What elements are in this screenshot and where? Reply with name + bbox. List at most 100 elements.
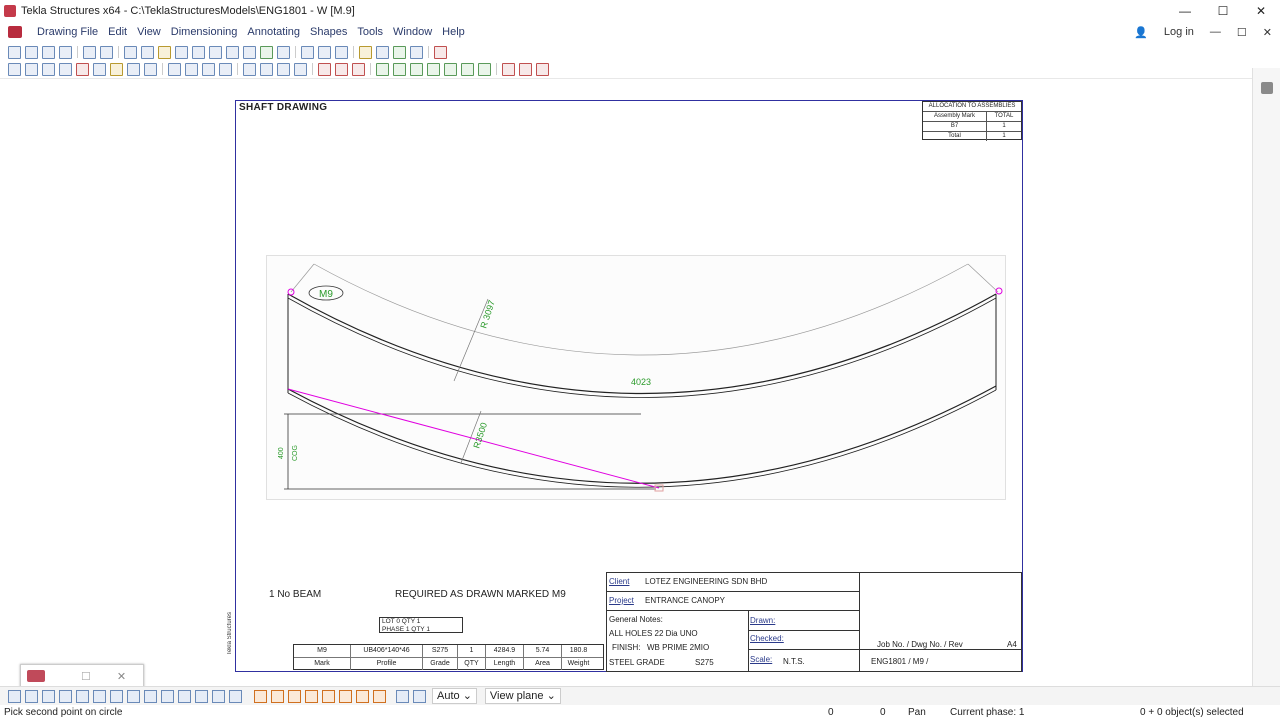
snap-intersect-icon[interactable]	[305, 689, 318, 703]
select-line-icon[interactable]	[110, 689, 123, 703]
symbol-icon[interactable]	[260, 62, 273, 76]
tekla-logo-icon[interactable]	[8, 26, 22, 38]
revision-icon[interactable]	[335, 62, 348, 76]
select-grid-icon[interactable]	[144, 689, 157, 703]
dim-free-icon[interactable]	[42, 62, 55, 76]
zoom-out-icon[interactable]	[318, 45, 331, 59]
dwg-icon[interactable]	[294, 62, 307, 76]
open-drawing-icon[interactable]	[25, 45, 38, 59]
new-drawing-icon[interactable]	[8, 45, 21, 59]
dim-angle-icon[interactable]	[127, 62, 140, 76]
text-icon[interactable]	[243, 62, 256, 76]
mark-connection-icon[interactable]	[219, 62, 232, 76]
snap-end-icon[interactable]	[254, 689, 267, 703]
dim-curved-icon[interactable]	[93, 62, 106, 76]
update-icon[interactable]	[260, 45, 273, 59]
dim-elevation-icon[interactable]	[144, 62, 157, 76]
snap-mode-select[interactable]: Auto ⌄	[432, 688, 477, 704]
select-dim-icon[interactable]	[76, 689, 89, 703]
maximize-button[interactable]: ☐	[1204, 0, 1242, 22]
rectangle-icon[interactable]	[393, 62, 406, 76]
dim-vertical-icon[interactable]	[25, 62, 38, 76]
preview-icon[interactable]	[226, 45, 239, 59]
zoom-in-icon[interactable]	[301, 45, 314, 59]
polyline-icon[interactable]	[444, 62, 457, 76]
open-view-icon[interactable]	[158, 45, 171, 59]
select-bolt-icon[interactable]	[161, 689, 174, 703]
select-weld-icon[interactable]	[178, 689, 191, 703]
snap-geom-icon[interactable]	[413, 689, 426, 703]
drawing-list-icon[interactable]	[42, 45, 55, 59]
line-icon[interactable]	[376, 62, 389, 76]
menu-dimensioning[interactable]: Dimensioning	[166, 26, 243, 38]
grid-icon[interactable]	[376, 45, 389, 59]
select-view-icon[interactable]	[25, 689, 38, 703]
fill-icon[interactable]	[519, 62, 532, 76]
snap-perp-icon[interactable]	[322, 689, 335, 703]
select-hatch-icon[interactable]	[195, 689, 208, 703]
properties-icon[interactable]	[124, 45, 137, 59]
select-filter-icon[interactable]	[229, 689, 242, 703]
dim-arc-icon[interactable]	[110, 62, 123, 76]
snap-center-icon[interactable]	[288, 689, 301, 703]
cloud-icon[interactable]	[318, 62, 331, 76]
close-button[interactable]: ✕	[1242, 0, 1280, 22]
hatch-icon[interactable]	[502, 62, 515, 76]
layout-icon[interactable]	[175, 45, 188, 59]
menu-drawing-file[interactable]: Drawing File	[32, 26, 103, 38]
view-plane-select[interactable]: View plane ⌄	[484, 688, 561, 704]
snap-nearest-icon[interactable]	[356, 689, 369, 703]
menu-annotating[interactable]: Annotating	[242, 26, 305, 38]
copy-icon[interactable]	[243, 45, 256, 59]
login-link[interactable]: Log in	[1164, 26, 1194, 38]
mark-part-icon[interactable]	[168, 62, 181, 76]
cloud-shape-icon[interactable]	[478, 62, 491, 76]
zoom-window-icon[interactable]	[335, 45, 348, 59]
select-mark-icon[interactable]	[59, 689, 72, 703]
print-icon[interactable]	[209, 45, 222, 59]
snap-any-icon[interactable]	[373, 689, 386, 703]
dim-radius-icon[interactable]	[76, 62, 89, 76]
menu-shapes[interactable]: Shapes	[305, 26, 352, 38]
dim-orthogonal-icon[interactable]	[59, 62, 72, 76]
snap-icon[interactable]	[359, 45, 372, 59]
menu-edit[interactable]: Edit	[103, 26, 132, 38]
doc-minimize-button[interactable]: —	[1210, 26, 1221, 38]
dim-horizontal-icon[interactable]	[8, 62, 21, 76]
select-level-icon[interactable]	[212, 689, 225, 703]
select-all-icon[interactable]	[8, 689, 21, 703]
arc-icon[interactable]	[427, 62, 440, 76]
link-icon[interactable]	[277, 62, 290, 76]
mark-bolt-icon[interactable]	[185, 62, 198, 76]
panel-app-icon[interactable]	[27, 670, 45, 682]
snap-ref-icon[interactable]	[396, 689, 409, 703]
drawing-sheet[interactable]: SHAFT DRAWING ALLOCATION TO ASSEMBLIES A…	[235, 100, 1023, 672]
redo-icon[interactable]	[100, 45, 113, 59]
user-icon[interactable]: 👤	[1134, 26, 1148, 39]
menu-tools[interactable]: Tools	[352, 26, 388, 38]
change-icon[interactable]	[352, 62, 365, 76]
doc-close-button[interactable]: ✕	[1263, 26, 1272, 39]
view-icon[interactable]	[141, 45, 154, 59]
select-part-icon[interactable]	[42, 689, 55, 703]
menu-window[interactable]: Window	[388, 26, 437, 38]
panel-close-icon[interactable]: ✕	[117, 670, 126, 683]
menu-help[interactable]: Help	[437, 26, 470, 38]
undo-icon[interactable]	[83, 45, 96, 59]
filter-icon[interactable]	[277, 45, 290, 59]
refresh-icon[interactable]	[393, 45, 406, 59]
select-symbol-icon[interactable]	[127, 689, 140, 703]
pattern-icon[interactable]	[536, 62, 549, 76]
sheet-icon[interactable]	[192, 45, 205, 59]
circle-icon[interactable]	[410, 62, 423, 76]
save-icon[interactable]	[59, 45, 72, 59]
view-cube-icon[interactable]	[1261, 82, 1273, 94]
select-text-icon[interactable]	[93, 689, 106, 703]
doc-restore-button[interactable]: ☐	[1237, 26, 1247, 39]
arrow-icon[interactable]	[410, 45, 423, 59]
minimize-button[interactable]: —	[1166, 0, 1204, 22]
snap-line-icon[interactable]	[339, 689, 352, 703]
close-drawing-icon[interactable]	[434, 45, 447, 59]
snap-mid-icon[interactable]	[271, 689, 284, 703]
polygon-icon[interactable]	[461, 62, 474, 76]
